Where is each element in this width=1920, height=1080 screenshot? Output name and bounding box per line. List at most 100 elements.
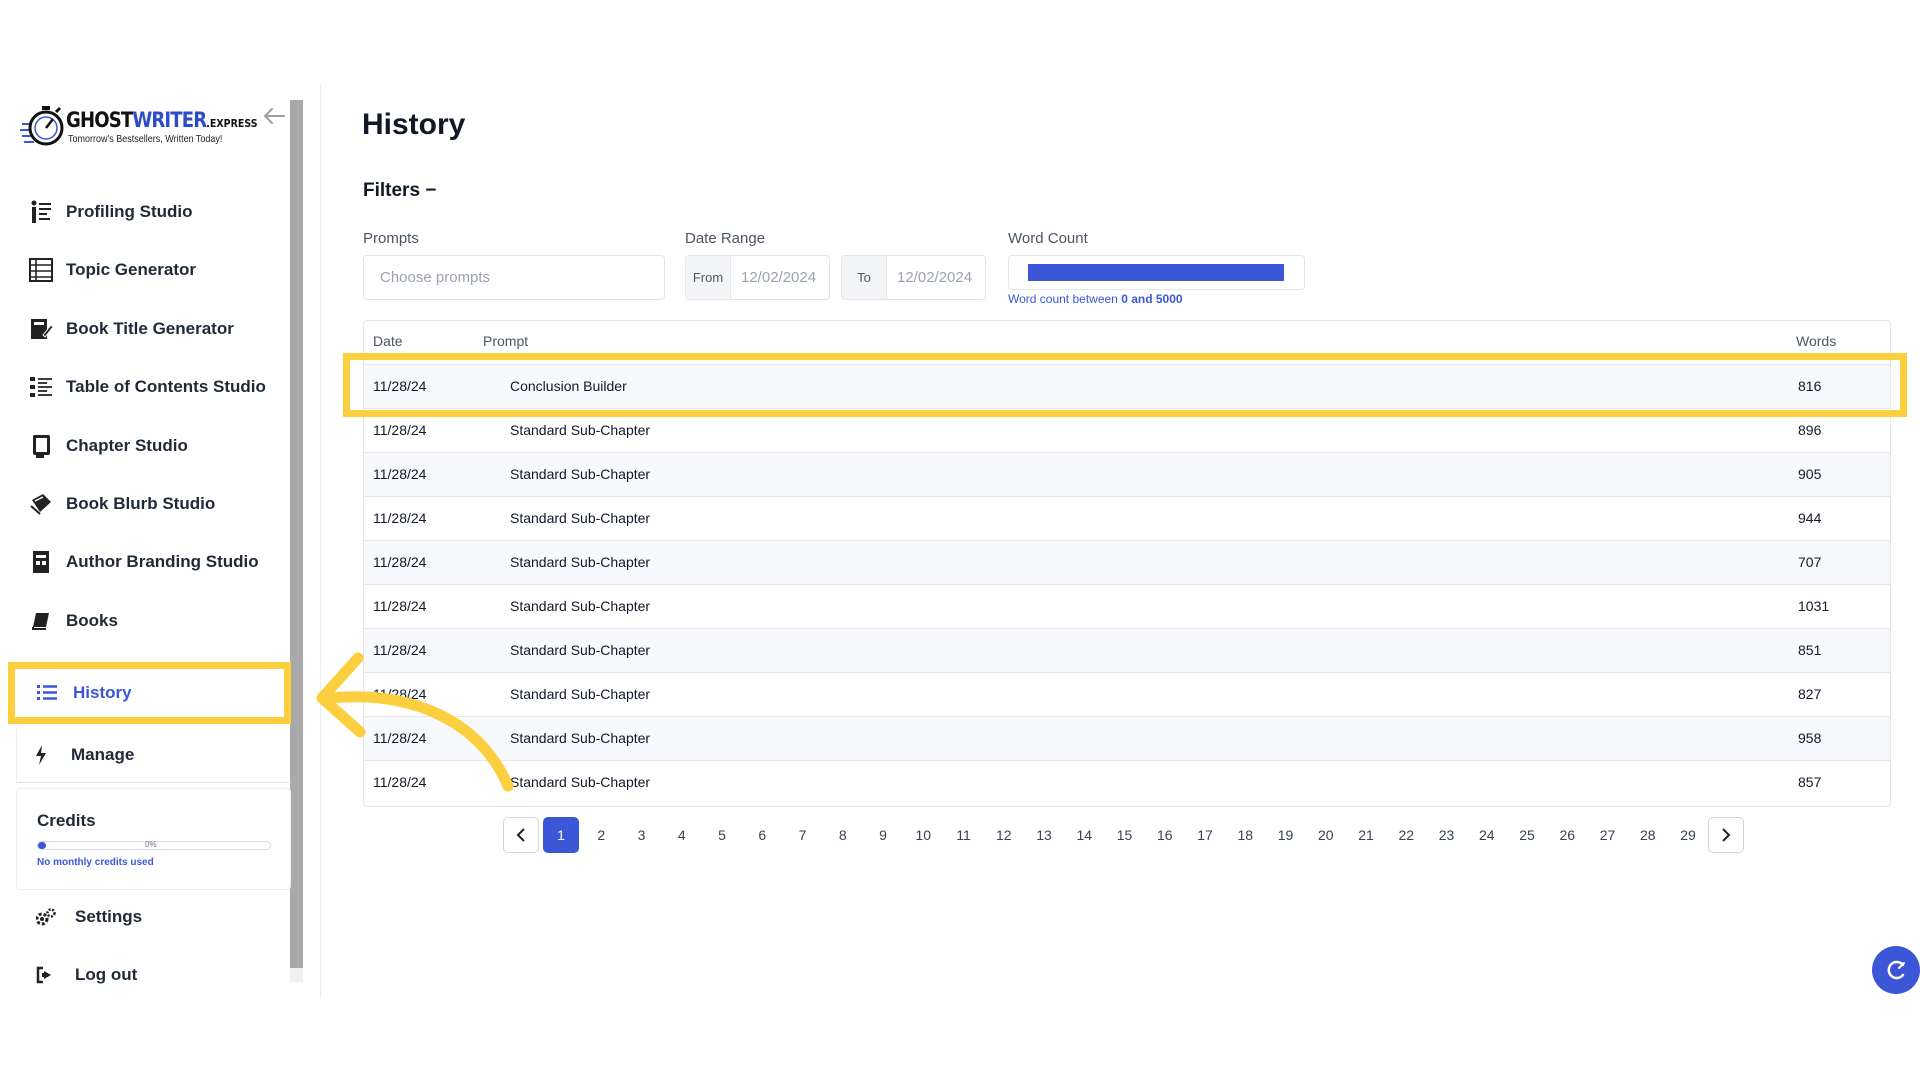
filters-toggle[interactable]: Filters −	[363, 180, 436, 202]
chevron-left-icon	[516, 828, 525, 842]
table-row[interactable]: 11/28/24 Standard Sub-Chapter 851	[364, 628, 1890, 672]
table-row[interactable]: 11/28/24 Standard Sub-Chapter 944	[364, 496, 1890, 540]
page-button-9[interactable]: 9	[865, 817, 901, 853]
cell-prompt: Standard Sub-Chapter	[510, 686, 651, 702]
page-button-19[interactable]: 19	[1268, 817, 1304, 853]
date-from-field[interactable]: From 12/02/2024	[685, 255, 830, 300]
prompts-label: Prompts	[363, 230, 419, 247]
sidebar-item-label: Book Blurb Studio	[66, 494, 216, 513]
page-button-3[interactable]: 3	[624, 817, 660, 853]
sidebar-item-table-of-contents[interactable]: Table of Contents Studio	[28, 365, 288, 409]
cell-words: 1031	[1798, 598, 1830, 614]
help-chat-button[interactable]	[1872, 946, 1920, 994]
credits-title: Credits	[37, 811, 96, 830]
date-to-field[interactable]: To 12/02/2024	[841, 255, 986, 300]
page-button-7[interactable]: 7	[785, 817, 821, 853]
scrollbar-thumb[interactable]	[290, 100, 303, 968]
page-button-8[interactable]: 8	[825, 817, 861, 853]
word-count-slider[interactable]	[1008, 255, 1305, 290]
credits-progress-fill	[38, 842, 46, 849]
page-button-24[interactable]: 24	[1469, 817, 1505, 853]
page-button-14[interactable]: 14	[1066, 817, 1102, 853]
page-button-15[interactable]: 15	[1107, 817, 1143, 853]
date-from-prefix: From	[686, 256, 731, 299]
cell-prompt: Standard Sub-Chapter	[510, 510, 651, 526]
page-button-21[interactable]: 21	[1348, 817, 1384, 853]
gears-icon	[36, 907, 56, 927]
table-row[interactable]: 11/28/24 Standard Sub-Chapter 905	[364, 452, 1890, 496]
cell-prompt: Standard Sub-Chapter	[510, 554, 651, 570]
page-button-23[interactable]: 23	[1429, 817, 1465, 853]
sidebar-scrollbar[interactable]	[290, 100, 303, 982]
column-header-words: Words	[1796, 333, 1837, 349]
page-button-13[interactable]: 13	[1026, 817, 1062, 853]
page-button-5[interactable]: 5	[704, 817, 740, 853]
sidebar-item-book-title-generator[interactable]: Book Title Generator	[28, 307, 288, 351]
page-button-20[interactable]: 20	[1308, 817, 1344, 853]
prev-page-button[interactable]	[503, 817, 539, 853]
brand-tagline: Tomorrow's Bestsellers, Written Today!	[68, 134, 223, 145]
page-button-28[interactable]: 28	[1630, 817, 1666, 853]
table-row[interactable]: 11/28/24 Standard Sub-Chapter 707	[364, 540, 1890, 584]
prompts-select[interactable]: Choose prompts	[363, 255, 665, 300]
sidebar-item-topic-generator[interactable]: Topic Generator	[28, 248, 288, 292]
page-button-26[interactable]: 26	[1549, 817, 1585, 853]
cell-words: 816	[1798, 378, 1822, 394]
page-button-11[interactable]: 11	[946, 817, 982, 853]
sidebar-item-book-blurb-studio[interactable]: Book Blurb Studio	[28, 482, 288, 526]
date-from-input[interactable]: 12/02/2024	[731, 256, 816, 299]
sidebar-item-settings[interactable]: Settings	[36, 897, 142, 937]
word-count-range-fill[interactable]	[1028, 264, 1284, 281]
next-page-button[interactable]	[1708, 817, 1744, 853]
table-row[interactable]: 11/28/24 Standard Sub-Chapter 857	[364, 760, 1890, 804]
cell-prompt: Standard Sub-Chapter	[510, 774, 651, 790]
page-button-12[interactable]: 12	[986, 817, 1022, 853]
page-button-6[interactable]: 6	[744, 817, 780, 853]
sidebar-item-profiling-studio[interactable]: Profiling Studio	[28, 190, 288, 234]
brand-logo[interactable]: GHOSTWRITER.EXPRESS Tomorrow's Bestselle…	[20, 102, 258, 152]
arrow-left-icon	[263, 108, 285, 124]
sidebar-item-history[interactable]: History	[8, 662, 291, 724]
page-button-25[interactable]: 25	[1509, 817, 1545, 853]
page-button-4[interactable]: 4	[664, 817, 700, 853]
cell-words: 958	[1798, 730, 1822, 746]
page-button-29[interactable]: 29	[1670, 817, 1706, 853]
credits-panel: Credits 0% No monthly credits used	[16, 788, 291, 890]
table-row[interactable]: 11/28/24 Standard Sub-Chapter 827	[364, 672, 1890, 716]
table-row[interactable]: 11/28/24 Standard Sub-Chapter 1031	[364, 584, 1890, 628]
cell-date: 11/28/24	[373, 730, 427, 746]
page-button-17[interactable]: 17	[1187, 817, 1223, 853]
collapse-sidebar-button[interactable]	[262, 106, 288, 128]
sidebar: GHOSTWRITER.EXPRESS Tomorrow's Bestselle…	[0, 84, 321, 998]
logout-icon	[36, 965, 56, 985]
sidebar-item-author-branding-studio[interactable]: Author Branding Studio	[28, 540, 288, 584]
table-row[interactable]: 11/28/24 Standard Sub-Chapter 958	[364, 716, 1890, 760]
sidebar-item-manage[interactable]: Manage	[16, 727, 291, 783]
page-button-1[interactable]: 1	[543, 817, 579, 853]
sidebar-item-label: Log out	[75, 965, 138, 984]
credits-percent: 0%	[145, 840, 157, 849]
page-button-10[interactable]: 10	[905, 817, 941, 853]
page-button-2[interactable]: 2	[583, 817, 619, 853]
sidebar-item-logout[interactable]: Log out	[36, 955, 137, 995]
book-icon	[28, 608, 54, 634]
title-icon	[28, 316, 54, 342]
sidebar-item-books[interactable]: Books	[28, 599, 288, 643]
date-to-input[interactable]: 12/02/2024	[887, 256, 972, 299]
table-row[interactable]: 11/28/24 Conclusion Builder 816	[364, 364, 1890, 408]
cell-prompt: Standard Sub-Chapter	[510, 422, 651, 438]
page-button-22[interactable]: 22	[1388, 817, 1424, 853]
cell-date: 11/28/24	[373, 510, 427, 526]
cell-words: 857	[1798, 774, 1822, 790]
column-header-date: Date	[373, 333, 403, 349]
table-row[interactable]: 11/28/24 Standard Sub-Chapter 896	[364, 408, 1890, 452]
cell-prompt: Conclusion Builder	[510, 378, 627, 394]
sidebar-item-label: Books	[66, 611, 118, 630]
page-button-27[interactable]: 27	[1590, 817, 1626, 853]
blurb-icon	[28, 491, 54, 517]
page-button-16[interactable]: 16	[1147, 817, 1183, 853]
sidebar-item-chapter-studio[interactable]: Chapter Studio	[28, 424, 288, 468]
cell-prompt: Standard Sub-Chapter	[510, 598, 651, 614]
page-button-18[interactable]: 18	[1227, 817, 1263, 853]
sidebar-item-label: Author Branding Studio	[66, 552, 259, 571]
